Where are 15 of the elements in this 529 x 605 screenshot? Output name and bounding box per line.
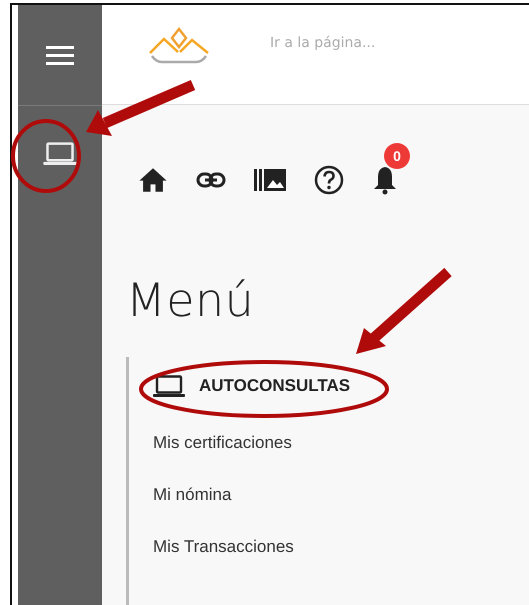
laptop-icon	[153, 374, 185, 398]
menu-item[interactable]: Mis certificaciones	[153, 433, 529, 453]
menu-item[interactable]: Mi nómina	[153, 485, 529, 505]
gallery-icon[interactable]	[254, 168, 286, 192]
search-field[interactable]: Ir a la página...	[270, 35, 470, 51]
link-icon[interactable]	[196, 172, 226, 188]
logo-icon	[148, 25, 210, 65]
menu-item[interactable]: Mis Transacciones	[153, 537, 529, 557]
home-icon[interactable]	[138, 167, 168, 193]
help-icon[interactable]	[314, 165, 344, 195]
section-label: AUTOCONSULTAS	[199, 376, 350, 396]
menu-section[interactable]: AUTOCONSULTAS	[153, 371, 529, 401]
notification-badge: 0	[384, 143, 410, 169]
bell-icon[interactable]	[372, 165, 398, 195]
page-title: Menú	[126, 273, 254, 327]
